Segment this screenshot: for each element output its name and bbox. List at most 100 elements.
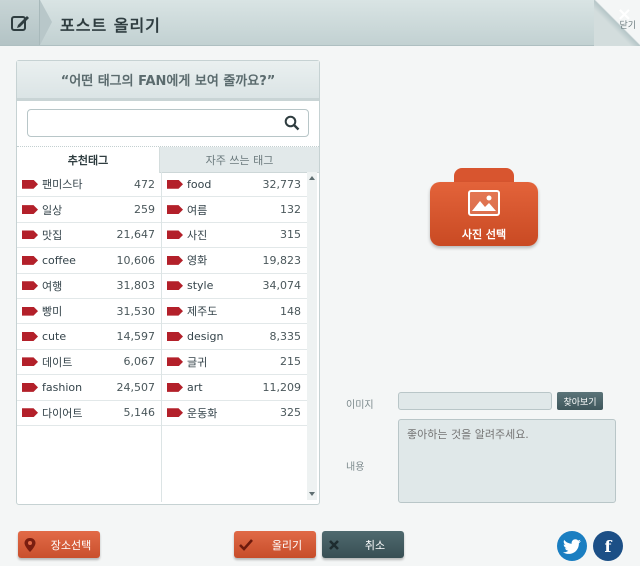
- tab-recommended[interactable]: 추천태그: [17, 147, 160, 173]
- tag-icon: [22, 230, 38, 240]
- tag-icon: [167, 179, 183, 189]
- tag-count: 148: [280, 304, 301, 318]
- tag-count: 472: [134, 177, 155, 191]
- tag-count: 21,647: [116, 228, 156, 242]
- tag-name: 데이트: [42, 355, 73, 369]
- tag-icon: [167, 357, 183, 367]
- tab-frequent[interactable]: 자주 쓰는 태그: [160, 147, 319, 173]
- search-icon[interactable]: [284, 115, 300, 135]
- location-select-button[interactable]: 장소선택: [18, 531, 100, 558]
- tag-row[interactable]: 데이트 6,067: [17, 350, 161, 376]
- tag-count: 325: [280, 406, 301, 420]
- tag-name: 여름: [187, 203, 208, 217]
- tag-icon: [167, 230, 183, 240]
- tag-row[interactable]: coffee 10,606: [17, 248, 161, 274]
- tag-search-input[interactable]: [28, 110, 268, 136]
- tag-name: coffee: [42, 253, 76, 267]
- tag-name: art: [187, 380, 203, 394]
- close-x-icon: [322, 539, 346, 551]
- tag-count: 10,606: [116, 253, 156, 267]
- tag-icon: [22, 382, 38, 392]
- tag-row[interactable]: 제주도 148: [162, 299, 307, 325]
- tag-count: 31,530: [116, 304, 156, 318]
- check-icon: [234, 538, 258, 551]
- tag-row[interactable]: 영화 19,823: [162, 248, 307, 274]
- tag-icon: [167, 408, 183, 418]
- tag-icon: [167, 281, 183, 291]
- tag-row[interactable]: art 11,209: [162, 375, 307, 401]
- tag-row[interactable]: 여름 132: [162, 197, 307, 223]
- tag-row[interactable]: 다이어트 5,146: [17, 401, 161, 426]
- tag-icon: [22, 281, 38, 291]
- post-button[interactable]: 올리기: [234, 531, 316, 558]
- tag-row[interactable]: 운동화 325: [162, 401, 307, 426]
- browse-button[interactable]: 찾아보기: [557, 392, 603, 410]
- pencil-icon: [10, 15, 29, 31]
- location-select-label: 장소선택: [50, 538, 92, 552]
- tag-row[interactable]: style 34,074: [162, 274, 307, 299]
- tag-row[interactable]: 사진 315: [162, 223, 307, 249]
- tag-row[interactable]: 여행 31,803: [17, 274, 161, 299]
- close-icon[interactable]: ×: [617, 4, 632, 25]
- edit-button[interactable]: [0, 0, 40, 45]
- tag-name: 글귀: [187, 355, 208, 369]
- tag-count: 19,823: [262, 253, 302, 267]
- tag-icon: [22, 179, 38, 189]
- cancel-button[interactable]: 취소: [322, 531, 404, 558]
- tag-row[interactable]: cute 14,597: [17, 324, 161, 350]
- cancel-label: 취소: [364, 538, 386, 552]
- header-bar: 포스트 올리기 닫기 ×: [0, 0, 640, 46]
- photo-select-button[interactable]: 사진 선택: [430, 168, 538, 246]
- tag-search-box: [27, 109, 309, 137]
- tag-panel: “어떤 태그의 FAN에게 보여 줄까요?” 추천태그 자주 쓰는 태그 팬미스…: [16, 60, 320, 505]
- tag-icon: [167, 382, 183, 392]
- image-path-field[interactable]: [398, 392, 552, 410]
- tag-name: food: [187, 177, 212, 191]
- tag-icon: [22, 357, 38, 367]
- tag-icon: [22, 205, 38, 215]
- tag-count: 8,335: [269, 330, 302, 344]
- tag-name: 맛집: [42, 228, 63, 242]
- tag-name: 영화: [187, 254, 208, 268]
- tag-name: 빵미: [42, 305, 63, 319]
- tag-row[interactable]: fashion 24,507: [17, 375, 161, 401]
- tag-count: 32,773: [262, 177, 302, 191]
- tag-name: style: [187, 279, 214, 293]
- content-textarea[interactable]: [398, 419, 616, 503]
- tag-name: 운동화: [187, 406, 218, 420]
- map-pin-icon: [18, 537, 42, 552]
- twitter-share-button[interactable]: [557, 531, 587, 561]
- recommended-tag-list: 팬미스타 472 일상 259 맛집 21,647 coffee 10,606 여행 31…: [17, 172, 162, 502]
- image-icon: [468, 190, 500, 216]
- facebook-share-button[interactable]: f: [593, 531, 623, 561]
- tag-name: 여행: [42, 279, 63, 293]
- tag-name: design: [187, 330, 224, 344]
- tag-count: 5,146: [123, 406, 156, 420]
- tag-icon: [167, 306, 183, 316]
- tag-row[interactable]: design 8,335: [162, 324, 307, 350]
- tag-count: 259: [134, 203, 155, 217]
- tag-row[interactable]: 글귀 215: [162, 350, 307, 376]
- tag-row[interactable]: 빵미 31,530: [17, 299, 161, 325]
- tag-icon: [22, 255, 38, 265]
- tag-row[interactable]: 팬미스타 472: [17, 172, 161, 198]
- image-label: 이미지: [346, 400, 374, 411]
- tag-icon: [22, 408, 38, 418]
- scroll-up-icon[interactable]: [309, 176, 315, 180]
- scroll-down-icon[interactable]: [309, 492, 315, 496]
- tag-tabs: 추천태그 자주 쓰는 태그: [17, 146, 319, 173]
- tag-row[interactable]: 맛집 21,647: [17, 223, 161, 249]
- post-label: 올리기: [271, 538, 303, 552]
- tag-list-scrollbar[interactable]: [307, 172, 317, 500]
- tag-count: 14,597: [116, 330, 156, 344]
- breadcrumb-chevron: [40, 0, 52, 45]
- tag-count: 11,209: [262, 380, 302, 394]
- tag-icon: [22, 332, 38, 342]
- tag-row[interactable]: 일상 259: [17, 197, 161, 223]
- tag-name: 팬미스타: [42, 178, 83, 192]
- tag-row[interactable]: food 32,773: [162, 172, 307, 198]
- photo-select-label: 사진 선택: [461, 228, 507, 241]
- tag-name: cute: [42, 330, 67, 344]
- content-label: 내용: [346, 462, 365, 473]
- tag-count: 132: [280, 203, 301, 217]
